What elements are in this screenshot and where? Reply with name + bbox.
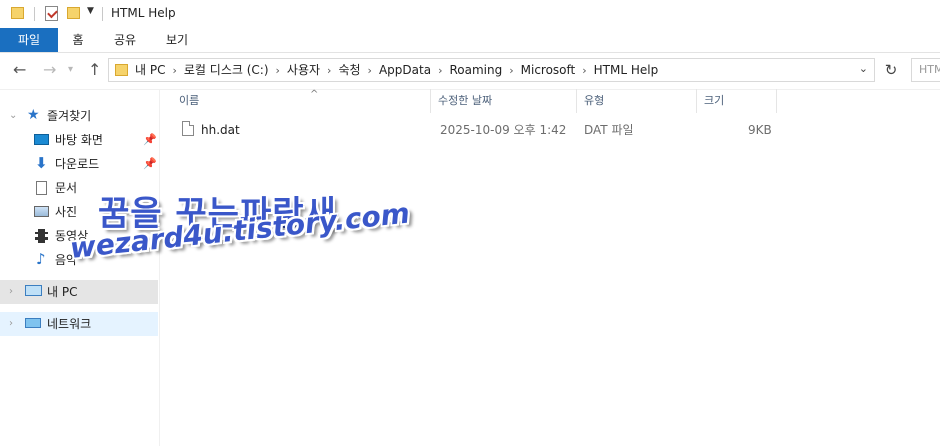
- chevron-right-icon[interactable]: ›: [172, 64, 176, 77]
- recent-dropdown-icon[interactable]: ▾: [68, 61, 73, 79]
- ribbon-tabs: 파일 홈 공유 보기: [0, 28, 940, 53]
- column-header-type[interactable]: 유형: [577, 89, 697, 113]
- computer-icon: [25, 285, 42, 296]
- sidebar-item-label: 바탕 화면: [55, 133, 103, 147]
- sidebar-item-this-pc[interactable]: › 내 PC: [0, 280, 158, 304]
- chevron-down-icon[interactable]: ⌄: [9, 104, 17, 128]
- address-bar: ← → ▾ ↑ 내 PC › 로컬 디스크 (C:) › 사용자 › 숙청 › AppData ›…: [0, 53, 940, 90]
- breadcrumb-item[interactable]: Microsoft: [521, 63, 576, 77]
- file-modified: 2025-10-09 오후 1:42: [440, 123, 567, 137]
- tab-view[interactable]: 보기: [159, 28, 195, 52]
- column-header-modified[interactable]: 수정한 날짜: [431, 89, 577, 113]
- breadcrumb-item[interactable]: Roaming: [449, 63, 502, 77]
- column-header-size[interactable]: 크기: [697, 89, 777, 113]
- star-icon: ★: [27, 107, 40, 123]
- back-arrow-icon[interactable]: ←: [13, 61, 26, 79]
- sidebar-item-label: 내 PC: [47, 285, 78, 299]
- chevron-right-icon[interactable]: ›: [327, 64, 331, 77]
- film-icon: [35, 229, 48, 243]
- file-icon: [182, 121, 194, 136]
- pin-icon[interactable]: 📌: [143, 152, 157, 176]
- document-icon: [36, 181, 47, 195]
- file-type: DAT 파일: [584, 123, 634, 137]
- sidebar-item-quick-access[interactable]: ⌄ ★ 즐겨찾기: [0, 104, 158, 128]
- tab-home[interactable]: 홈: [63, 28, 93, 52]
- chevron-right-icon[interactable]: ›: [438, 64, 442, 77]
- sidebar-item-label: 즐겨찾기: [47, 109, 92, 123]
- breadcrumb-item[interactable]: HTML Help: [594, 63, 659, 77]
- breadcrumb: 내 PC › 로컬 디스크 (C:) › 사용자 › 숙청 › AppData › Roaming ›…: [135, 59, 658, 81]
- chevron-right-icon[interactable]: ›: [276, 64, 280, 77]
- network-icon: [25, 318, 41, 328]
- refresh-icon[interactable]: ↻: [880, 61, 902, 81]
- sidebar-item-desktop[interactable]: 바탕 화면 📌: [0, 128, 158, 152]
- quick-access-dropdown-icon[interactable]: ▼: [87, 6, 94, 16]
- chevron-down-icon[interactable]: ⌄: [859, 62, 868, 75]
- sidebar-item-label: 문서: [55, 181, 78, 195]
- up-arrow-icon[interactable]: ↑: [88, 61, 101, 79]
- toolbar-divider: [34, 7, 35, 21]
- file-size: 9KB: [748, 123, 772, 137]
- column-header-label: 이름: [179, 94, 200, 107]
- navigation-pane: ⌄ ★ 즐겨찾기 바탕 화면 📌 ⬇ 다운로드 📌 문서 사진 동영상 ♪ 음악…: [0, 100, 160, 446]
- desktop-icon: [34, 134, 49, 145]
- chevron-right-icon[interactable]: ›: [9, 312, 13, 336]
- download-icon: ⬇: [35, 154, 48, 172]
- search-input[interactable]: HTML Help 검색: [911, 58, 940, 82]
- breadcrumb-item[interactable]: AppData: [379, 63, 431, 77]
- music-note-icon: ♪: [36, 250, 46, 268]
- chevron-right-icon[interactable]: ›: [582, 64, 586, 77]
- toolbar-divider: [102, 7, 103, 21]
- sidebar-item-downloads[interactable]: ⬇ 다운로드 📌: [0, 152, 158, 176]
- sidebar-item-label: 네트워크: [47, 317, 92, 331]
- new-folder-icon[interactable]: [67, 7, 80, 19]
- address-path[interactable]: 내 PC › 로컬 디스크 (C:) › 사용자 › 숙청 › AppData › Roaming ›…: [108, 58, 875, 82]
- tab-file[interactable]: 파일: [0, 28, 58, 52]
- breadcrumb-item[interactable]: 사용자: [287, 63, 320, 77]
- pin-icon[interactable]: 📌: [143, 128, 157, 152]
- column-header-name[interactable]: 이름 ^: [172, 89, 431, 113]
- chevron-right-icon[interactable]: ›: [368, 64, 372, 77]
- pane-splitter[interactable]: [159, 89, 160, 446]
- sort-ascending-icon: ^: [310, 89, 319, 100]
- file-row[interactable]: hh.dat 2025-10-09 오후 1:42 DAT 파일 9KB: [160, 118, 780, 142]
- window-title: HTML Help: [111, 6, 176, 20]
- breadcrumb-item[interactable]: 내 PC: [135, 63, 165, 77]
- chevron-right-icon[interactable]: ›: [9, 280, 13, 304]
- breadcrumb-item[interactable]: 숙청: [338, 63, 360, 77]
- sidebar-item-label: 사진: [55, 205, 78, 219]
- picture-icon: [34, 206, 49, 217]
- folder-icon: [115, 64, 128, 76]
- title-bar: ▼ HTML Help: [0, 0, 940, 28]
- sidebar-item-network[interactable]: › 네트워크: [0, 312, 158, 336]
- breadcrumb-item[interactable]: 로컬 디스크 (C:): [184, 63, 269, 77]
- tab-share[interactable]: 공유: [107, 28, 143, 52]
- column-headers: 이름 ^ 수정한 날짜 유형 크기: [160, 89, 940, 113]
- file-name: hh.dat: [201, 123, 240, 137]
- chevron-right-icon[interactable]: ›: [509, 64, 513, 77]
- sidebar-item-label: 다운로드: [55, 157, 100, 171]
- folder-icon: [11, 7, 24, 19]
- forward-arrow-icon[interactable]: →: [43, 61, 56, 79]
- properties-icon[interactable]: [45, 6, 58, 21]
